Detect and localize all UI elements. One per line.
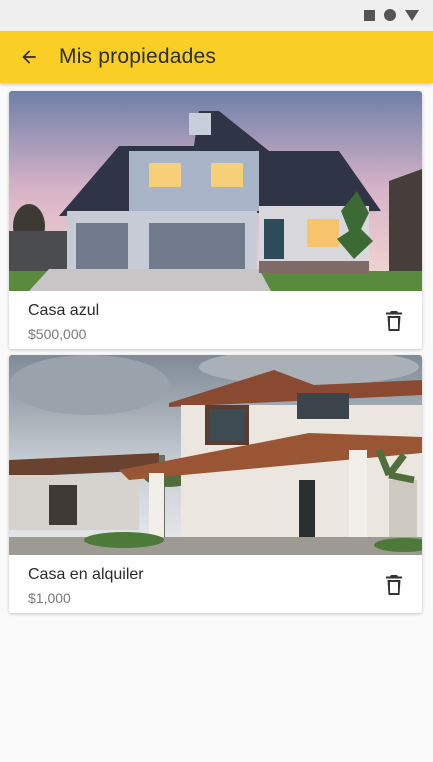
app-bar: Mis propiedades [0,31,433,83]
delete-button[interactable] [383,309,405,333]
property-name: Casa azul [28,302,100,319]
property-name: Casa en alquiler [28,566,144,583]
status-bar [0,0,433,31]
property-card[interactable]: Casa azul $500,000 [9,91,422,349]
delete-button[interactable] [383,573,405,597]
house-photo-white [9,355,422,555]
house-photo-blue [9,91,422,291]
square-icon [364,9,375,21]
trash-icon [386,575,402,595]
property-price: $500,000 [28,326,87,342]
arrow-back-icon [22,50,36,64]
triangle-icon [405,9,419,21]
property-price: $1,000 [28,590,71,606]
page-title: Mis propiedades [59,45,217,68]
property-card[interactable]: Casa en alquiler $1,000 [9,355,422,613]
back-button[interactable] [17,45,41,69]
circle-icon [384,9,396,21]
trash-icon [386,311,402,331]
empty-list-area [0,620,433,762]
